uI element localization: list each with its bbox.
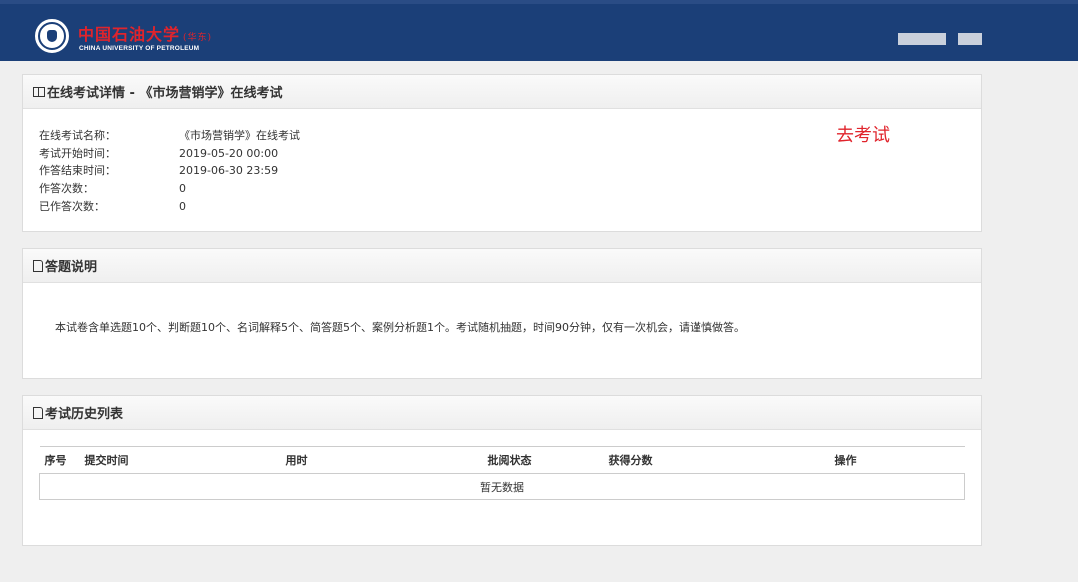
user-name-blurred[interactable] [898, 33, 946, 45]
columns-icon [33, 86, 45, 97]
go-exam-link[interactable]: 去考试 [836, 121, 890, 147]
file-icon [33, 259, 43, 272]
instructions-text: 本试卷含单选题10个、判断题10个、名词解释5个、简答题5个、案例分析题1个。考… [55, 321, 745, 334]
col-review-status: 批阅状态 [482, 446, 604, 474]
history-panel: 考试历史列表 序号 提交时间 用时 批阅状态 获得分数 操作 暂无数据 [22, 395, 982, 546]
history-table: 序号 提交时间 用时 批阅状态 获得分数 操作 暂无数据 [39, 446, 965, 500]
empty-message: 暂无数据 [39, 473, 965, 500]
exam-details-panel: 在线考试详情 - 《市场营销学》在线考试 在线考试名称： 《市场营销学》在线考试… [22, 74, 982, 232]
exam-details-title: 在线考试详情 - 《市场营销学》在线考试 [47, 86, 283, 101]
col-submit-time: 提交时间 [79, 446, 281, 474]
table-row: 暂无数据 [39, 473, 965, 500]
exam-details-header: 在线考试详情 - 《市场营销学》在线考试 [23, 75, 981, 109]
history-header: 考试历史列表 [23, 396, 981, 430]
col-score: 获得分数 [603, 446, 830, 474]
university-emblem-icon [35, 19, 69, 53]
instructions-header: 答题说明 [23, 249, 981, 283]
top-header: 中国石油大学 (华东) CHINA UNIVERSITY OF PETROLEUM [0, 0, 1078, 61]
col-duration: 用时 [280, 446, 483, 474]
logout-blurred[interactable] [958, 33, 982, 45]
col-actions: 操作 [829, 446, 965, 474]
col-index: 序号 [39, 446, 80, 474]
history-title: 考试历史列表 [45, 407, 124, 422]
table-header-row: 序号 提交时间 用时 批阅状态 获得分数 操作 [39, 446, 965, 474]
logo-english-name: CHINA UNIVERSITY OF PETROLEUM [79, 45, 200, 52]
instructions-title: 答题说明 [45, 260, 98, 275]
logo-chinese-name: 中国石油大学 (华东) [78, 25, 213, 44]
file-icon [33, 406, 43, 419]
instructions-panel: 答题说明 本试卷含单选题10个、判断题10个、名词解释5个、简答题5个、案例分析… [22, 248, 982, 379]
